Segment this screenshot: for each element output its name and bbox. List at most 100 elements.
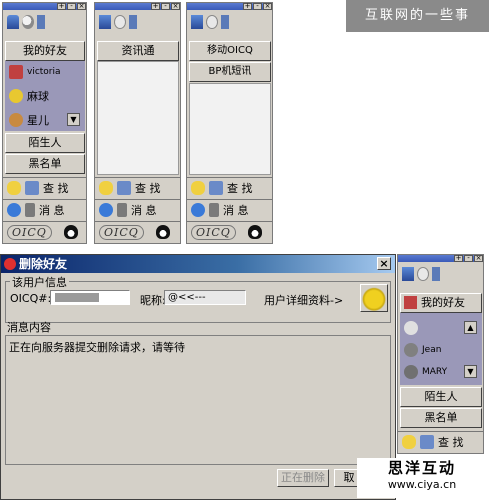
friends-list: victoria 麻球 星儿 ▼ [5, 61, 85, 131]
message-text: 正在向服务器提交删除请求，请等待 [9, 341, 185, 354]
group-my-friends[interactable]: 我的好友 [5, 41, 85, 61]
restore-button[interactable]: - [161, 3, 170, 10]
find-row[interactable]: 查 找 [3, 177, 86, 198]
moon-icon[interactable] [417, 267, 429, 281]
tab-info-service[interactable]: 资讯通 [97, 41, 179, 61]
phone-icon[interactable] [129, 15, 137, 29]
oicq-panel-info: + - × 资讯通 查 找 消 息 OICQ [94, 2, 181, 244]
friend-name: Jean [422, 344, 442, 355]
oicq-panel-friends-2: + - × 我的好友 ▲ Jean MARY ▼ 陌生人 黑名单 查 找 [397, 254, 484, 454]
chat-bubble-icon [191, 181, 205, 195]
find-row[interactable]: 查 找 [398, 431, 483, 452]
scroll-down-button[interactable]: ▼ [464, 365, 477, 378]
avatar [9, 112, 23, 127]
friend-name: 星儿 [27, 113, 49, 127]
phone-icon[interactable] [221, 15, 229, 29]
restore-button[interactable]: - [67, 3, 76, 10]
group-label: 我的好友 [421, 296, 465, 309]
minimize-button[interactable]: + [151, 3, 160, 10]
minimize-button[interactable]: + [454, 255, 463, 262]
friend-row-mary[interactable]: MARY ▼ [400, 361, 480, 382]
top-toolbar [398, 264, 440, 284]
app-icon [4, 258, 16, 270]
user-avatar[interactable] [360, 284, 388, 312]
close-button[interactable]: × [474, 255, 483, 262]
message-row[interactable]: 消 息 [95, 199, 180, 220]
nickname-label: 昵称: [140, 294, 166, 307]
moon-icon[interactable] [206, 15, 218, 29]
find-user-icon [117, 181, 131, 195]
group-label: 该用户信息 [10, 274, 69, 290]
friend-name: 麻球 [27, 89, 49, 103]
find-user-icon [25, 181, 39, 195]
chat-bubble-icon [402, 435, 416, 449]
delete-friend-dialog: 删除好友 × 该用户信息 OICQ#: 昵称: @<<--- 用户详细资料-> … [0, 254, 396, 500]
people-icon[interactable] [402, 267, 414, 281]
moon-icon[interactable] [22, 15, 34, 29]
oicq-panel-main: + - × 我的好友 victoria 麻球 星儿 ▼ 陌生人 黑名单 查 找 … [2, 2, 87, 244]
find-row[interactable]: 查 找 [187, 177, 272, 198]
oicq-logo: OICQ [191, 224, 236, 240]
find-label: 查 找 [43, 182, 69, 195]
scroll-up-button[interactable]: ▲ [464, 321, 477, 334]
nickname-field[interactable]: @<<--- [164, 290, 246, 305]
friends-list: ▲ Jean MARY ▼ [400, 313, 482, 385]
user-details-label[interactable]: 用户详细资料-> [264, 292, 343, 308]
scroll-down-button[interactable]: ▼ [67, 113, 80, 126]
dialog-title: 删除好友 [19, 257, 68, 271]
penguin-icon[interactable] [63, 225, 78, 239]
penguin-icon[interactable] [247, 225, 262, 239]
close-button[interactable]: × [263, 3, 272, 10]
friend-row-xinger[interactable]: 星儿 ▼ [5, 109, 83, 130]
close-button[interactable]: × [377, 257, 391, 270]
avatar [404, 342, 418, 357]
oicq-number-field[interactable] [50, 290, 130, 305]
minimize-button[interactable]: + [57, 3, 66, 10]
message-label: 消 息 [131, 204, 157, 217]
penguin-icon[interactable] [155, 225, 170, 239]
group-strangers[interactable]: 陌生人 [400, 387, 482, 407]
globe-icon [7, 203, 21, 217]
globe-icon [191, 203, 205, 217]
mobile-content-area [189, 83, 271, 175]
friend-name: victoria [27, 66, 61, 77]
group-my-friends[interactable]: 我的好友 [400, 293, 482, 313]
oicq-panel-mobile: + - × 移动OICQ BP机短讯 查 找 消 息 OICQ [186, 2, 273, 244]
message-section-label: 消息内容 [7, 321, 51, 334]
avatar [404, 364, 418, 379]
logo-row: OICQ [3, 221, 86, 242]
friend-row-jean[interactable]: Jean [400, 339, 480, 360]
find-user-icon [209, 181, 223, 195]
panel-titlebar: + - × [95, 3, 180, 10]
people-icon[interactable] [191, 15, 203, 29]
message-content-area: 正在向服务器提交删除请求，请等待 [5, 335, 391, 465]
close-button[interactable]: × [77, 3, 86, 10]
message-row[interactable]: 消 息 [3, 199, 86, 220]
phone-icon[interactable] [37, 15, 45, 29]
tab-mobile-oicq[interactable]: 移动OICQ [189, 41, 271, 61]
close-button[interactable]: × [171, 3, 180, 10]
minimize-button[interactable]: + [243, 3, 252, 10]
deleting-button[interactable]: 正在删除 [277, 469, 329, 487]
group-blacklist[interactable]: 黑名单 [5, 154, 85, 174]
find-row[interactable]: 查 找 [95, 177, 180, 198]
people-icon[interactable] [99, 15, 111, 29]
group-strangers[interactable]: 陌生人 [5, 133, 85, 153]
find-label: 查 找 [438, 436, 464, 449]
restore-button[interactable]: - [464, 255, 473, 262]
avatar [9, 88, 23, 103]
friend-row-maqiu[interactable]: 麻球 [5, 85, 83, 106]
friend-name: MARY [422, 366, 448, 377]
phone-icon[interactable] [432, 267, 440, 281]
tab-pager-sms[interactable]: BP机短讯 [189, 62, 271, 82]
message-row[interactable]: 消 息 [187, 199, 272, 220]
people-icon[interactable] [7, 15, 19, 29]
moon-icon[interactable] [114, 15, 126, 29]
top-toolbar [3, 12, 45, 32]
group-blacklist[interactable]: 黑名单 [400, 408, 482, 428]
restore-button[interactable]: - [253, 3, 262, 10]
friend-row-1[interactable]: ▲ [400, 317, 480, 338]
top-toolbar [187, 12, 229, 32]
dialog-titlebar: 删除好友 × [1, 255, 395, 273]
friend-row-victoria[interactable]: victoria [5, 61, 83, 82]
